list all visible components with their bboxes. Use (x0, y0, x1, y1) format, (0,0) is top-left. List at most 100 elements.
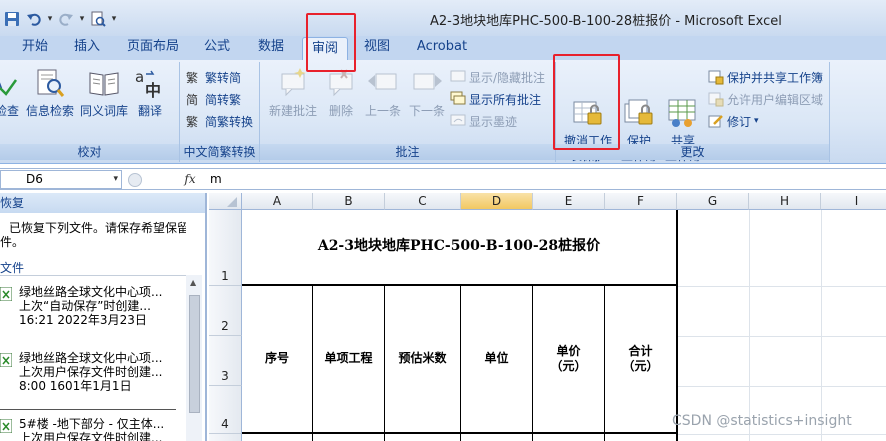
gridline (677, 336, 886, 337)
share-workbook-button[interactable]: 共享 工作簿 (662, 66, 704, 179)
column-header-b[interactable]: B (313, 193, 385, 210)
redo-icon (59, 13, 73, 26)
row-header-4[interactable]: 4 (209, 386, 242, 434)
group-chinese-conversion: 繁 繁转简 简 简转繁 繁 简繁转换 中文简繁转换 (180, 62, 260, 162)
show-all-comments-button[interactable]: 显示所有批注 (450, 89, 541, 109)
worksheet-grid[interactable]: A B C D E F G H I 1 2 3 4 A2-3地块地库PHC-50… (209, 193, 886, 441)
simp-to-trad-icon: 简 (186, 93, 198, 107)
row-header-1[interactable]: 1 (209, 210, 242, 286)
gridline (677, 286, 886, 287)
header-cell-unit-price[interactable]: 单价 （元） (533, 344, 604, 374)
tab-page-layout[interactable]: 页面布局 (122, 36, 184, 60)
svg-text:繁: 繁 (186, 114, 198, 129)
chevron-down-icon: ▾ (754, 116, 759, 126)
recovery-files-header: 文件 (0, 261, 25, 275)
translate-button[interactable]: a中 翻译 (132, 66, 168, 119)
ribbon-tabs: 开始 插入 页面布局 公式 数据 审阅 视图 Acrobat (0, 36, 886, 61)
unprotect-sheet-button[interactable]: 撤消工作 表保护 (558, 66, 618, 179)
formula-input[interactable]: m (210, 171, 222, 188)
tab-insert[interactable]: 插入 (66, 36, 108, 60)
insert-function-button[interactable]: fx (178, 171, 202, 188)
row-header-5[interactable] (209, 434, 242, 441)
redo-button[interactable] (56, 9, 76, 29)
column-header-a[interactable]: A (242, 193, 313, 210)
column-header-f[interactable]: F (605, 193, 677, 210)
trad-to-simp-button[interactable]: 繁 繁转简 (186, 67, 241, 87)
group-label-proofing: 校对 (0, 144, 179, 160)
tab-view[interactable]: 视图 (358, 36, 396, 60)
column-header-d[interactable]: D (461, 193, 533, 210)
row-header-2[interactable]: 2 (209, 286, 242, 336)
convert-icon: 繁 (186, 114, 198, 129)
recovered-file-item[interactable]: 5#楼 -地下部分 - 仅主体... 上次用户保存文件时创建... (0, 417, 186, 441)
select-all-button[interactable] (209, 193, 242, 210)
thesaurus-button[interactable]: 同义词库 (78, 66, 130, 119)
column-header-e[interactable]: E (533, 193, 605, 210)
group-label-chinese-conversion: 中文简繁转换 (180, 144, 259, 160)
undo-dropdown[interactable]: ▾ (46, 9, 54, 29)
sheet-title-cell[interactable]: A2-3地块地库PHC-500-B-100-28桩报价 (242, 239, 676, 254)
chevron-down-icon[interactable]: ▾ (113, 171, 118, 188)
ribbon: A 检查 信息检索 同义词库 a中 翻译 校对 繁 繁转简 (0, 60, 886, 164)
new-comment-button[interactable]: 新建批注 (266, 66, 320, 119)
track-changes-icon (708, 115, 723, 128)
expand-name-box-button[interactable] (128, 173, 142, 187)
header-cell-total[interactable]: 合计 （元） (605, 344, 676, 374)
print-preview-button[interactable] (88, 9, 108, 29)
research-button[interactable]: 信息检索 (24, 66, 76, 119)
undo-button[interactable] (24, 9, 44, 29)
convert-button[interactable]: 繁 简繁转换 (186, 111, 253, 131)
tab-formulas[interactable]: 公式 (196, 36, 238, 60)
column-header-g[interactable]: G (677, 193, 749, 210)
scrollbar-thumb[interactable] (189, 295, 200, 413)
group-label-changes: 更改 (556, 144, 829, 160)
svg-text:繁: 繁 (186, 70, 198, 85)
divider (0, 275, 186, 276)
header-cell-meters[interactable]: 预估米数 (385, 351, 460, 366)
print-preview-icon (91, 11, 106, 27)
unprotect-sheet-icon (571, 81, 605, 125)
simp-to-trad-button[interactable]: 简 简转繁 (186, 89, 241, 109)
svg-text:a: a (135, 68, 144, 86)
tab-review[interactable]: 审阅 (302, 37, 348, 61)
header-cell-item[interactable]: 单项工程 (313, 351, 384, 366)
group-changes: 撤消工作 表保护 保护 工作簿 共享 工作簿 保护并共享工作簿 允许用户编辑区域… (556, 62, 830, 163)
next-comment-icon (410, 66, 444, 100)
protect-workbook-button[interactable]: 保护 工作簿 (618, 66, 660, 179)
delete-comment-button[interactable]: 删除 (324, 66, 358, 119)
protect-and-share-icon (708, 70, 724, 85)
name-box[interactable]: D6 ▾ (0, 170, 122, 189)
header-cell-unit[interactable]: 单位 (461, 351, 532, 366)
row-header-3[interactable]: 3 (209, 336, 242, 386)
spelling-icon: A (0, 66, 26, 100)
svg-text:中: 中 (145, 81, 161, 100)
next-comment-button[interactable]: 下一条 (406, 66, 448, 119)
track-changes-button[interactable]: 修订 ▾ (708, 111, 759, 131)
recovered-file-item[interactable]: 绿地丝路全球文化中心项... 上次用户保存文件时创建... 8:00 1601年… (0, 351, 186, 395)
show-hide-comment-button[interactable]: 显示/隐藏批注 (450, 67, 545, 87)
column-header-h[interactable]: H (749, 193, 821, 210)
scroll-up-icon[interactable]: ▲ (190, 278, 196, 287)
previous-comment-button[interactable]: 上一条 (362, 66, 404, 119)
recovered-file-item[interactable]: 绿地丝路全球文化中心项... 上次“自动保存”时创建... 16:21 2022… (0, 285, 186, 329)
customize-qat-button[interactable]: ▾ (110, 9, 118, 29)
column-header-c[interactable]: C (385, 193, 461, 210)
recovery-header: 恢复 (0, 193, 205, 213)
allow-edit-ranges-icon (708, 92, 724, 107)
tab-acrobat[interactable]: Acrobat (410, 36, 474, 60)
header-cell-no[interactable]: 序号 (242, 351, 312, 366)
protect-and-share-button[interactable]: 保护并共享工作簿 (708, 67, 823, 87)
allow-users-edit-ranges-button[interactable]: 允许用户编辑区域 (708, 89, 823, 109)
gridline (677, 434, 886, 435)
divider (0, 409, 176, 410)
save-button[interactable] (2, 9, 22, 29)
recovery-scrollbar[interactable]: ▲ (186, 275, 202, 441)
spelling-button[interactable]: A 检查 (0, 66, 22, 119)
formula-bar: D6 ▾ fx m (0, 168, 886, 190)
tab-home[interactable]: 开始 (14, 36, 56, 60)
show-ink-button[interactable]: 显示墨迹 (450, 111, 517, 131)
column-header-i[interactable]: I (821, 193, 886, 210)
redo-dropdown[interactable]: ▾ (78, 9, 86, 29)
tab-data[interactable]: 数据 (250, 36, 292, 60)
recovery-message-line2: 件。 (0, 235, 25, 249)
